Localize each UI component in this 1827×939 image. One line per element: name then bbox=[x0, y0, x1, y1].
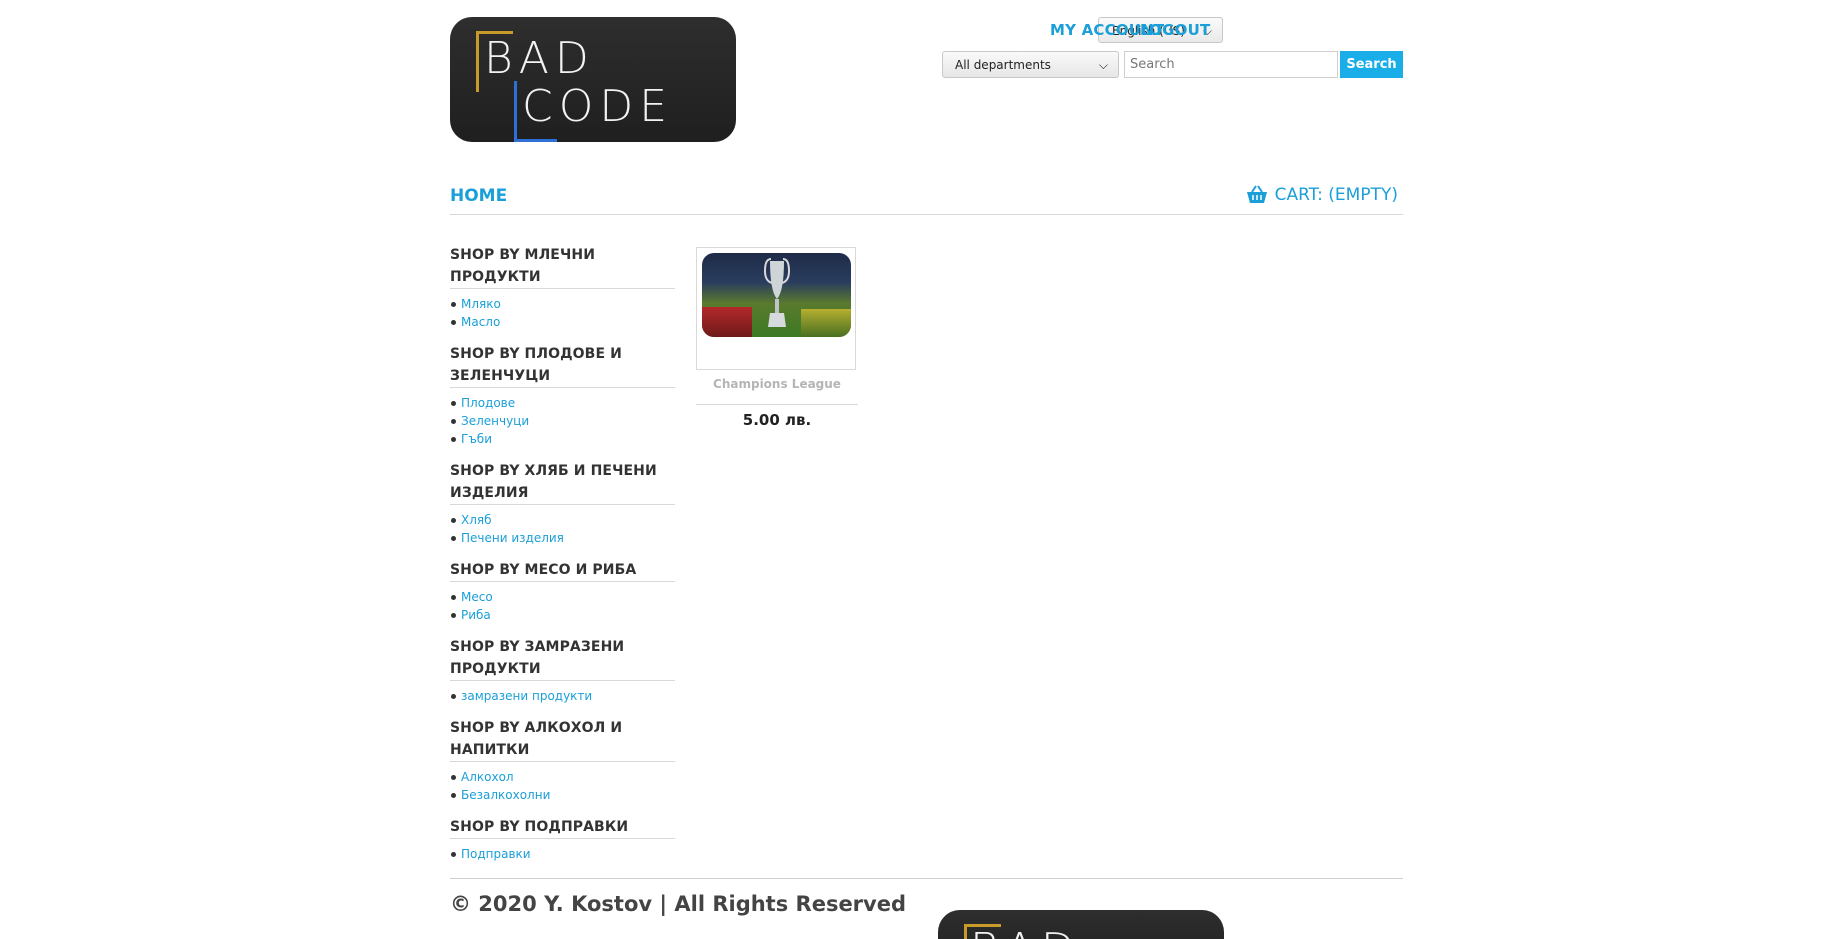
category-list: Алкохол Безалкохолни bbox=[450, 768, 675, 804]
logo-text-line2: CODE bbox=[522, 81, 674, 132]
category-list: Подправки bbox=[450, 845, 675, 863]
cart-label: CART: (EMPTY) bbox=[1274, 185, 1398, 205]
category-link[interactable]: Риба bbox=[461, 608, 491, 622]
category-list: Мляко Масло bbox=[450, 295, 675, 331]
category-title: SHOP BY МЛЕЧНИ ПРОДУКТИ bbox=[450, 244, 675, 289]
department-select-value: All departments bbox=[955, 58, 1051, 72]
footer-logo-text: BAD bbox=[970, 924, 1081, 939]
logout-link[interactable]: LOGOUT bbox=[1140, 21, 1210, 39]
category-title: SHOP BY ЗАМРАЗЕНИ ПРОДУКТИ bbox=[450, 636, 675, 681]
category-sidebar: SHOP BY МЛЕЧНИ ПРОДУКТИ Мляко Масло SHOP… bbox=[450, 244, 675, 875]
product-price: 5.00 лв. bbox=[742, 411, 812, 429]
site-logo[interactable]: BAD CODE bbox=[450, 17, 736, 142]
category-link[interactable]: Зеленчуци bbox=[461, 414, 529, 428]
product-name[interactable]: Champions League bbox=[696, 377, 858, 405]
trophy-icon bbox=[763, 258, 791, 327]
product-image-link[interactable] bbox=[696, 247, 856, 370]
category-link[interactable]: Мляко bbox=[461, 297, 501, 311]
page-container: BAD CODE English (US) ⌵ MY ACCOUNT LOGOU… bbox=[450, 0, 1403, 939]
logo-text-line1: BAD bbox=[484, 33, 595, 84]
category-link[interactable]: Месо bbox=[461, 590, 493, 604]
footer-divider bbox=[450, 878, 1403, 879]
list-item: Зеленчуци bbox=[450, 412, 675, 430]
category-link[interactable]: Печени изделия bbox=[461, 531, 564, 545]
category-block: SHOP BY ХЛЯБ И ПЕЧЕНИ ИЗДЕЛИЯ Хляб Печен… bbox=[450, 460, 675, 547]
category-title: SHOP BY ХЛЯБ И ПЕЧЕНИ ИЗДЕЛИЯ bbox=[450, 460, 675, 505]
list-item: Мляко bbox=[450, 295, 675, 313]
home-link[interactable]: HOME bbox=[450, 186, 507, 206]
category-title: SHOP BY ПЛОДОВЕ И ЗЕЛЕНЧУЦИ bbox=[450, 343, 675, 388]
category-list: замразени продукти bbox=[450, 687, 675, 705]
list-item: Гъби bbox=[450, 430, 675, 448]
list-item: замразени продукти bbox=[450, 687, 675, 705]
category-list: Месо Риба bbox=[450, 588, 675, 624]
category-link[interactable]: Подправки bbox=[461, 847, 531, 861]
category-block: SHOP BY ПОДПРАВКИ Подправки bbox=[450, 816, 675, 863]
category-block: SHOP BY ПЛОДОВЕ И ЗЕЛЕНЧУЦИ Плодове Зеле… bbox=[450, 343, 675, 448]
category-link[interactable]: Масло bbox=[461, 315, 500, 329]
footer-copyright: © 2020 Y. Kostov | All Rights Reserved bbox=[450, 892, 907, 916]
category-link[interactable]: Гъби bbox=[461, 432, 492, 446]
list-item: Печени изделия bbox=[450, 529, 675, 547]
basket-icon bbox=[1246, 185, 1267, 203]
category-link[interactable]: замразени продукти bbox=[461, 689, 592, 703]
category-title: SHOP BY ПОДПРАВКИ bbox=[450, 816, 675, 839]
category-title: SHOP BY МЕСО И РИБА bbox=[450, 559, 675, 582]
category-title: SHOP BY АЛКОХОЛ И НАПИТКИ bbox=[450, 717, 675, 762]
list-item: Подправки bbox=[450, 845, 675, 863]
product-image bbox=[702, 253, 851, 337]
footer-logo: BAD bbox=[938, 910, 1224, 939]
category-block: SHOP BY МЕСО И РИБА Месо Риба bbox=[450, 559, 675, 624]
main-nav: HOME CART: (EMPTY) bbox=[450, 182, 1403, 215]
list-item: Масло bbox=[450, 313, 675, 331]
category-link[interactable]: Хляб bbox=[461, 513, 492, 527]
category-block: SHOP BY ЗАМРАЗЕНИ ПРОДУКТИ замразени про… bbox=[450, 636, 675, 705]
category-link[interactable]: Плодове bbox=[461, 396, 515, 410]
page: BAD CODE English (US) ⌵ MY ACCOUNT LOGOU… bbox=[0, 0, 1827, 939]
product-card: Champions League 5.00 лв. bbox=[696, 247, 858, 429]
category-block: SHOP BY АЛКОХОЛ И НАПИТКИ Алкохол Безалк… bbox=[450, 717, 675, 804]
list-item: Хляб bbox=[450, 511, 675, 529]
category-link[interactable]: Безалкохолни bbox=[461, 788, 550, 802]
product-image-detail bbox=[801, 309, 851, 337]
department-select[interactable]: All departments ⌵ bbox=[942, 51, 1119, 78]
list-item: Плодове bbox=[450, 394, 675, 412]
list-item: Месо bbox=[450, 588, 675, 606]
category-link[interactable]: Алкохол bbox=[461, 770, 514, 784]
search-button[interactable]: Search bbox=[1340, 51, 1403, 78]
category-block: SHOP BY МЛЕЧНИ ПРОДУКТИ Мляко Масло bbox=[450, 244, 675, 331]
category-list: Хляб Печени изделия bbox=[450, 511, 675, 547]
list-item: Алкохол bbox=[450, 768, 675, 786]
list-item: Риба bbox=[450, 606, 675, 624]
list-item: Безалкохолни bbox=[450, 786, 675, 804]
product-image-detail bbox=[702, 307, 752, 337]
category-list: Плодове Зеленчуци Гъби bbox=[450, 394, 675, 448]
search-input[interactable] bbox=[1124, 51, 1338, 78]
cart-link[interactable]: CART: (EMPTY) bbox=[1246, 185, 1398, 205]
chevron-down-icon: ⌵ bbox=[1098, 58, 1108, 72]
